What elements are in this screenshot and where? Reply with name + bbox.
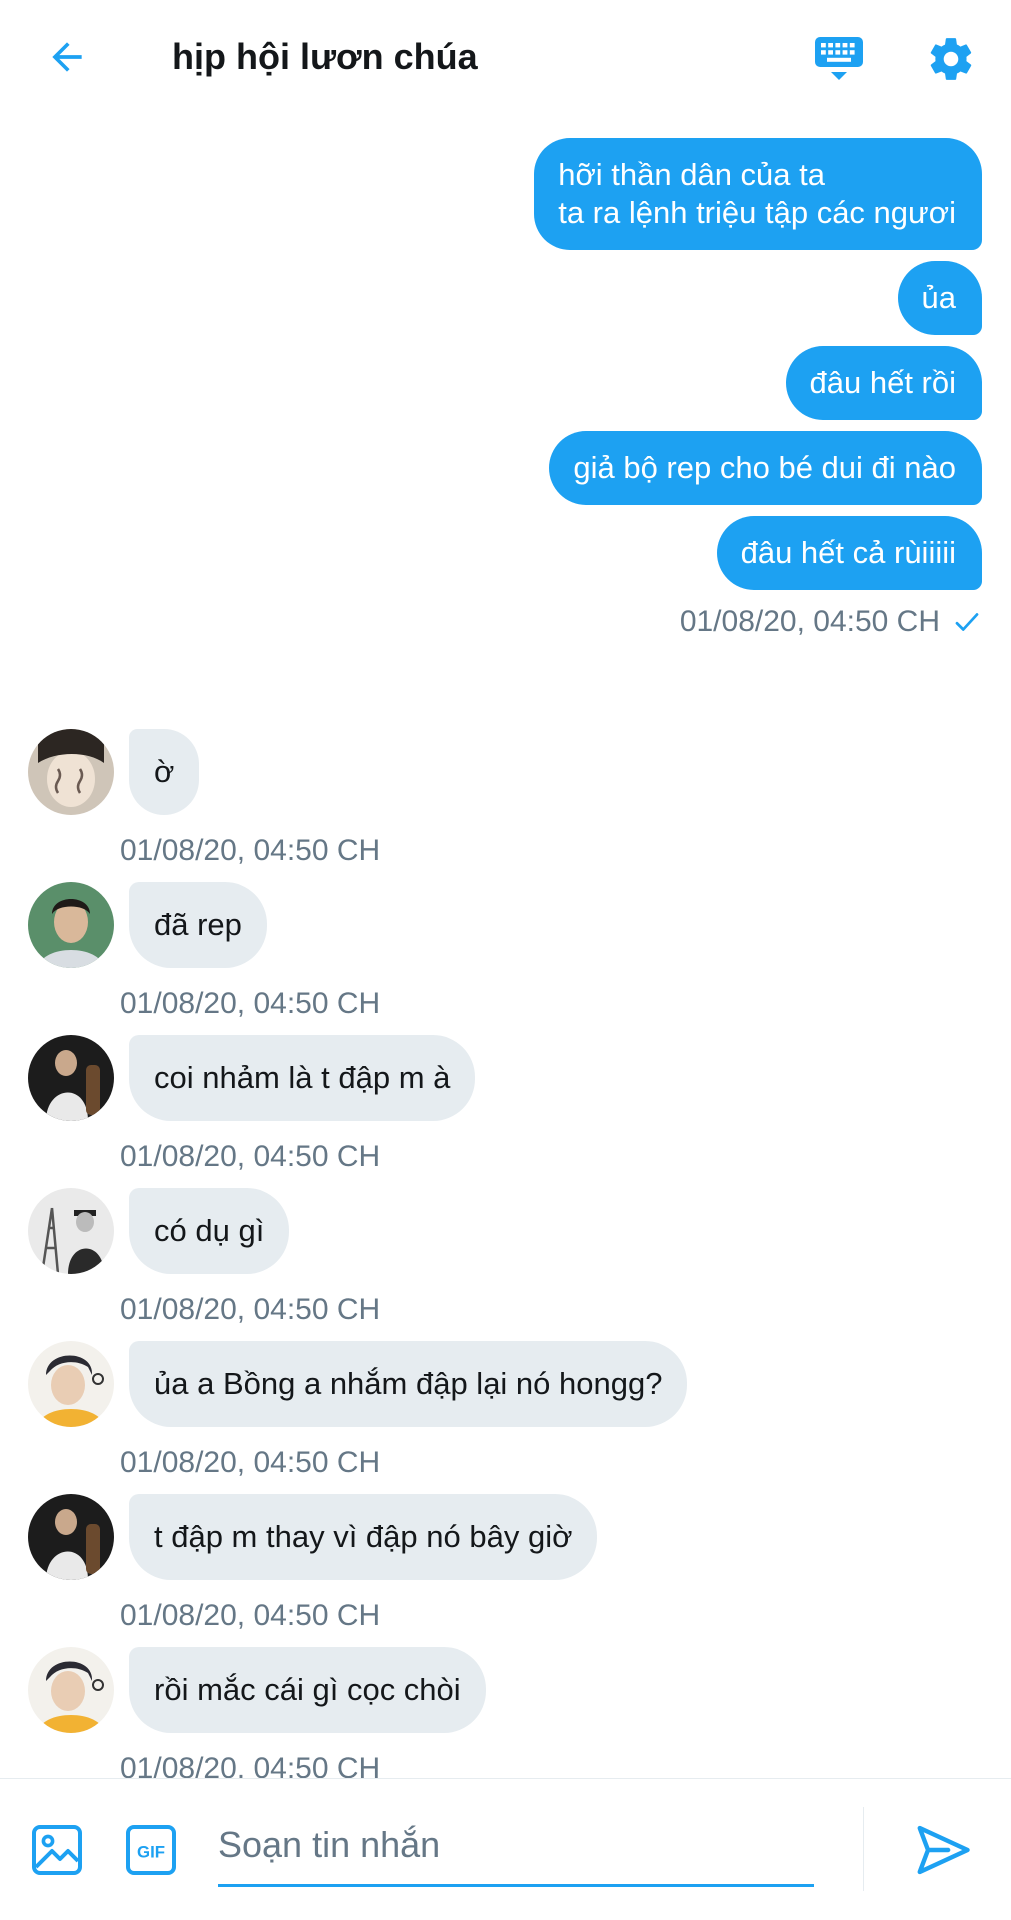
incoming-message-bubble[interactable]: ờ bbox=[129, 729, 200, 815]
send-icon bbox=[917, 1825, 970, 1875]
avatar[interactable] bbox=[28, 729, 114, 815]
avatar[interactable] bbox=[28, 1494, 114, 1580]
message-timestamp: 01/08/20, 04:50 CH bbox=[120, 1293, 381, 1326]
message-timestamp: 01/08/20, 04:50 CH bbox=[120, 1446, 381, 1479]
avatar[interactable] bbox=[28, 1035, 114, 1121]
gear-icon bbox=[930, 38, 972, 80]
incoming-message-bubble[interactable]: rồi mắc cái gì cọc chòi bbox=[129, 1647, 486, 1733]
compose-bar: GIF bbox=[0, 1778, 1011, 1920]
incoming-message-bubble[interactable]: có dụ gì bbox=[129, 1188, 290, 1274]
incoming-message-bubble[interactable]: ủa a Bồng a nhắm đập lại nó hongg? bbox=[129, 1341, 688, 1427]
svg-text:GIF: GIF bbox=[137, 1842, 165, 1861]
message-timestamp: 01/08/20, 04:50 CH bbox=[120, 834, 381, 867]
add-image-button[interactable] bbox=[30, 1823, 84, 1877]
outgoing-message-bubble[interactable]: giả bộ rep cho bé dui đi nào bbox=[549, 431, 982, 505]
incoming-message-bubble[interactable]: đã rep bbox=[129, 882, 267, 968]
outgoing-message-bubble[interactable]: ủa bbox=[897, 261, 982, 335]
arrow-left-icon bbox=[52, 42, 82, 72]
compose-divider bbox=[863, 1807, 864, 1891]
send-button[interactable] bbox=[912, 1819, 974, 1881]
conversation-title[interactable]: hịp hội lươn chúa bbox=[172, 36, 478, 78]
outgoing-message-group: hỡi thần dân của ta ta ra lệnh triệu tập… bbox=[282, 138, 982, 639]
avatar[interactable] bbox=[28, 1341, 114, 1427]
message-timestamp: 01/08/20, 04:50 CH bbox=[120, 1599, 381, 1632]
add-gif-button[interactable]: GIF bbox=[124, 1823, 178, 1877]
compose-message-input[interactable] bbox=[218, 1805, 814, 1887]
avatar-icon bbox=[28, 729, 114, 815]
back-button[interactable] bbox=[36, 26, 98, 88]
avatar[interactable] bbox=[28, 1647, 114, 1733]
incoming-message-bubble[interactable]: coi nhảm là t đập m à bbox=[129, 1035, 476, 1121]
outgoing-message-bubble[interactable]: đâu hết rồi bbox=[785, 346, 982, 420]
avatar[interactable] bbox=[28, 882, 114, 968]
avatar-icon bbox=[28, 1188, 114, 1274]
message-list[interactable]: hỡi thần dân của ta ta ra lệnh triệu tập… bbox=[0, 118, 1011, 1778]
settings-button[interactable] bbox=[920, 28, 982, 90]
avatar-icon bbox=[28, 1341, 114, 1427]
keyboard-icon bbox=[815, 37, 863, 80]
image-icon bbox=[32, 1825, 82, 1875]
conversation-header: hịp hội lươn chúa bbox=[0, 0, 1011, 118]
outgoing-message-bubble[interactable]: hỡi thần dân của ta ta ra lệnh triệu tập… bbox=[534, 138, 982, 250]
message-timestamp: 01/08/20, 04:50 CH bbox=[120, 1140, 381, 1173]
check-icon bbox=[952, 607, 982, 637]
message-timestamp: 01/08/20, 04:50 CH bbox=[120, 987, 381, 1020]
outgoing-message-bubble[interactable]: đâu hết cả rùiiiii bbox=[716, 516, 982, 590]
avatar-icon bbox=[28, 1647, 114, 1733]
outgoing-message-meta: 01/08/20, 04:50 CH bbox=[680, 605, 982, 639]
message-timestamp: 01/08/20, 04:50 CH bbox=[679, 605, 940, 638]
message-timestamp: 01/08/20, 04:50 CH bbox=[120, 1752, 381, 1778]
incoming-message-bubble[interactable]: t đập m thay vì đập nó bây giờ bbox=[129, 1494, 598, 1580]
avatar-icon bbox=[28, 1494, 114, 1580]
avatar-icon bbox=[28, 1035, 114, 1121]
avatar-icon bbox=[28, 882, 114, 968]
gif-icon: GIF bbox=[126, 1825, 176, 1875]
keyboard-toggle-button[interactable] bbox=[808, 28, 870, 90]
avatar[interactable] bbox=[28, 1188, 114, 1274]
